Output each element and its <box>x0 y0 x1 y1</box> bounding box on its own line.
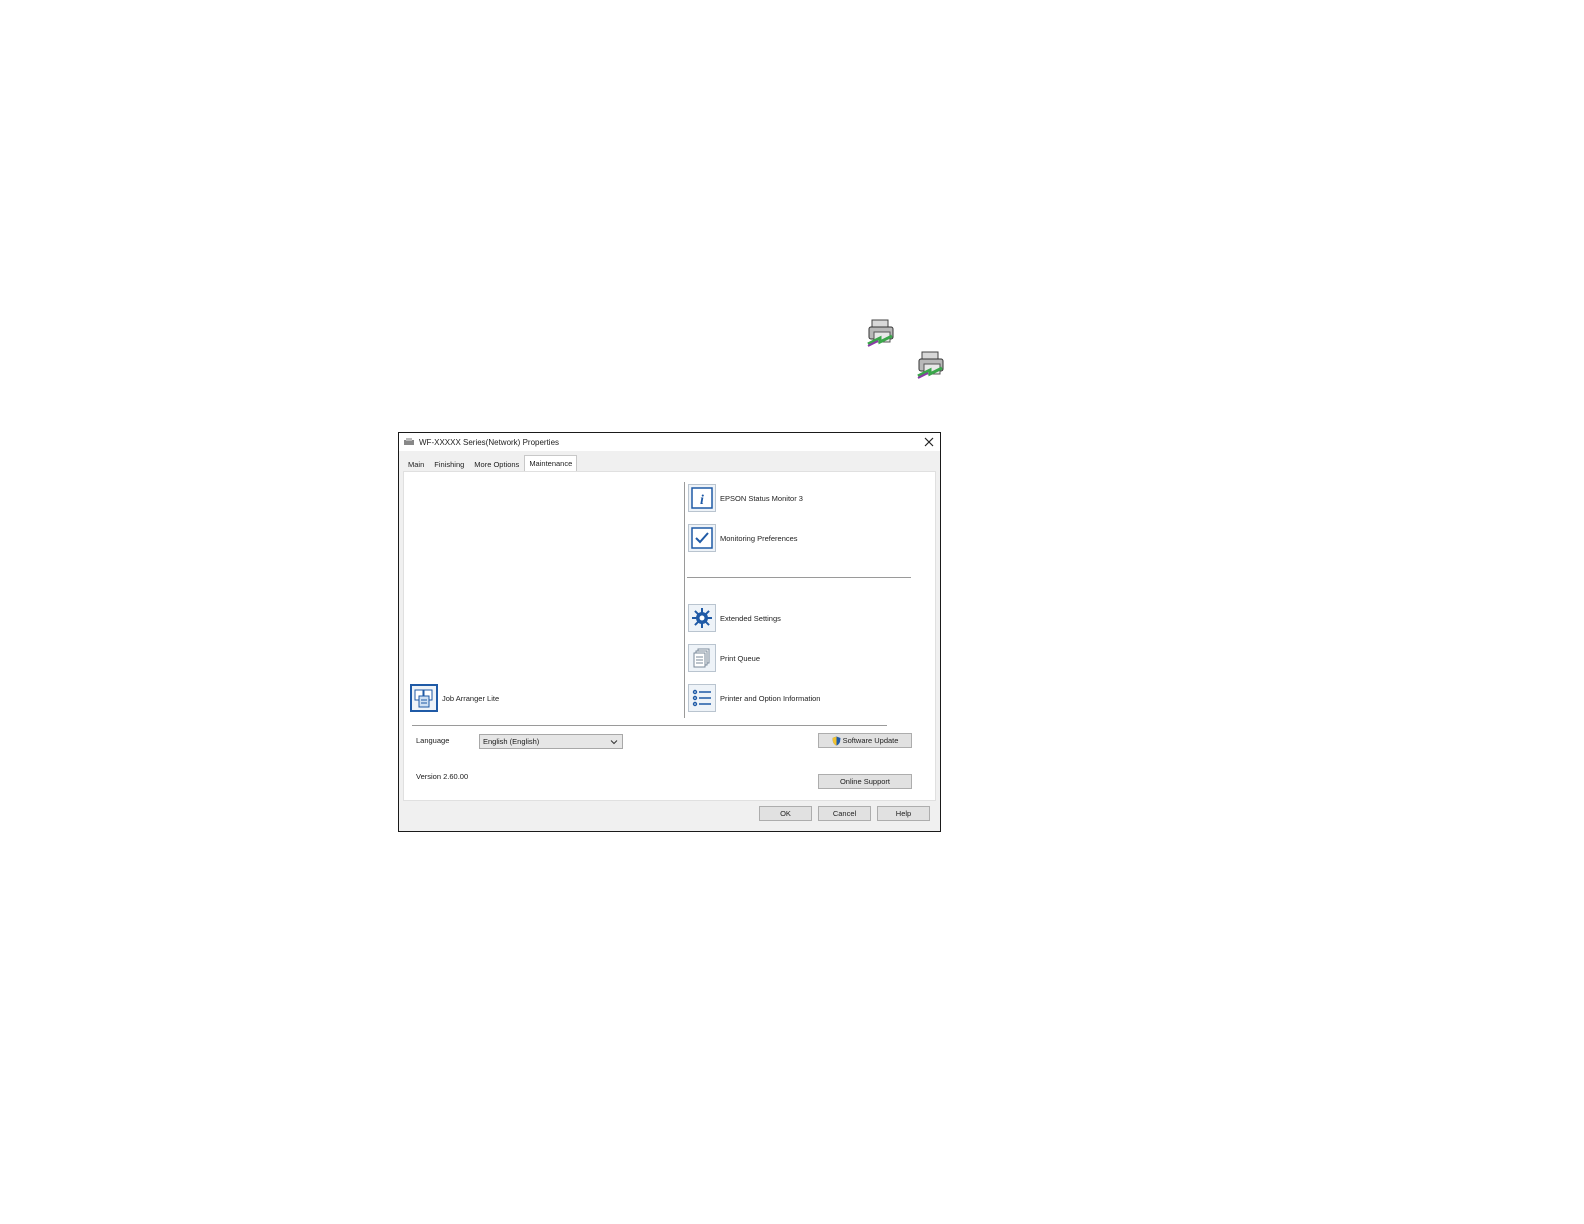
cancel-button[interactable]: Cancel <box>818 806 871 821</box>
extended-settings-button[interactable]: Extended Settings <box>688 604 781 632</box>
printer-icon <box>404 437 414 445</box>
svg-text:i: i <box>700 493 704 508</box>
list-icon <box>688 684 716 712</box>
document-stack-icon <box>688 644 716 672</box>
right-divider <box>687 577 911 578</box>
language-selected-value: English (English) <box>483 737 540 746</box>
job-arranger-button[interactable]: Job Arranger Lite <box>410 684 499 712</box>
language-label: Language <box>416 736 450 745</box>
window-title: WF-XXXXX Series(Network) Properties <box>419 437 560 447</box>
gear-icon <box>688 604 716 632</box>
tab-main[interactable]: Main <box>403 457 429 471</box>
bottom-divider <box>412 725 887 726</box>
shield-icon <box>832 736 841 745</box>
version-text: Version 2.60.00 <box>416 772 469 781</box>
extended-settings-label: Extended Settings <box>720 613 781 623</box>
checkmark-icon <box>688 524 716 552</box>
monitoring-preferences-button[interactable]: Monitoring Preferences <box>688 524 798 552</box>
chevron-down-icon <box>610 740 618 745</box>
tab-maintenance[interactable]: Maintenance <box>524 455 578 471</box>
tab-more-options[interactable]: More Options <box>469 457 524 471</box>
close-icon[interactable] <box>922 435 936 449</box>
software-update-label: Software Update <box>842 736 899 745</box>
online-support-button[interactable]: Online Support <box>818 774 912 789</box>
title-bar[interactable]: WF-XXXXX Series(Network) Properties <box>399 433 940 451</box>
ok-button[interactable]: OK <box>759 806 812 821</box>
print-queue-button[interactable]: Print Queue <box>688 644 760 672</box>
print-queue-label: Print Queue <box>720 653 761 663</box>
printer-icon <box>867 319 894 347</box>
help-button[interactable]: Help <box>877 806 930 821</box>
printer-info-button[interactable]: Printer and Option Information <box>688 684 820 712</box>
printer-info-label: Printer and Option Information <box>720 693 821 703</box>
software-update-button[interactable]: Software Update <box>818 733 912 748</box>
status-monitor-button[interactable]: i EPSON Status Monitor 3 <box>688 484 803 512</box>
status-monitor-label: EPSON Status Monitor 3 <box>720 493 803 503</box>
printer-icon <box>917 351 944 379</box>
maintenance-panel: i EPSON Status Monitor 3 Monitoring Pref… <box>403 471 936 801</box>
job-arranger-icon <box>410 684 438 712</box>
job-arranger-label: Job Arranger Lite <box>442 693 500 703</box>
tab-strip: Main Finishing More Options Maintenance <box>403 455 578 471</box>
tab-finishing[interactable]: Finishing <box>429 457 469 471</box>
monitoring-preferences-label: Monitoring Preferences <box>720 533 798 543</box>
vertical-divider <box>684 482 685 718</box>
info-icon: i <box>688 484 716 512</box>
language-select[interactable]: English (English) <box>479 734 623 749</box>
properties-dialog: WF-XXXXX Series(Network) Properties Main… <box>398 432 941 832</box>
